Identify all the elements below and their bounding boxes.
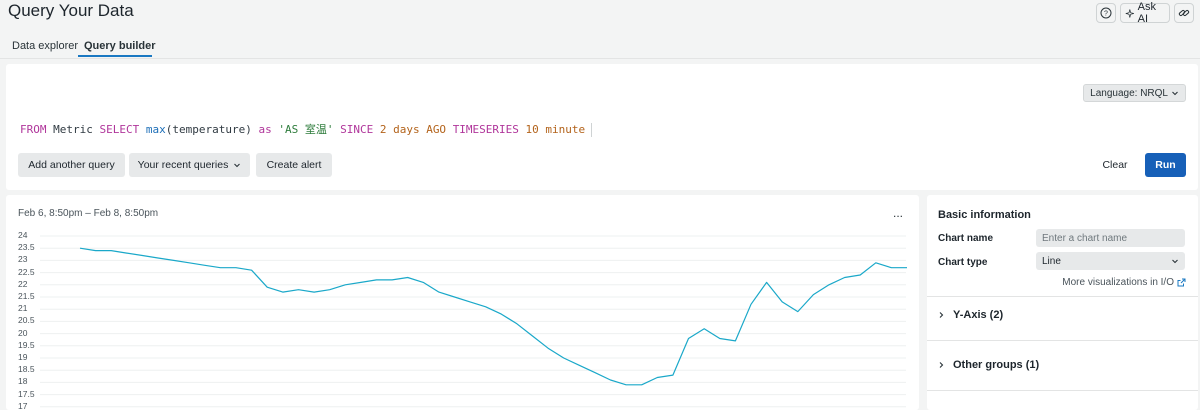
query-token: (temperature)	[165, 123, 259, 136]
language-select[interactable]: Language: NRQL	[1083, 84, 1186, 102]
active-tab-indicator	[78, 55, 152, 57]
query-token: TIMESERIES	[452, 123, 519, 136]
tab-data-explorer[interactable]: Data explorer	[12, 40, 78, 52]
add-query-label: Add another query	[28, 159, 115, 171]
query-token: max	[145, 123, 166, 136]
basic-info-heading: Basic information	[938, 209, 1031, 221]
page-title: Query Your Data	[8, 1, 134, 20]
line-chart	[40, 235, 907, 408]
chevron-down-icon	[1172, 259, 1178, 264]
query-token	[519, 123, 526, 136]
chart-type-value: Line	[1042, 255, 1061, 267]
chart-name-label: Chart name	[938, 233, 994, 244]
query-token: FROM	[20, 123, 47, 136]
y-axis-section-label: Y-Axis (2)	[953, 309, 1004, 321]
run-label: Run	[1155, 159, 1176, 171]
link-icon	[1178, 10, 1190, 16]
external-link-icon	[1177, 278, 1186, 287]
query-token: as	[258, 123, 272, 136]
series-line	[79, 247, 907, 386]
create-alert-button[interactable]: Create alert	[256, 153, 332, 177]
query-token	[373, 123, 380, 136]
clear-button[interactable]: Clear	[1095, 153, 1135, 177]
section-divider	[927, 390, 1198, 391]
section-divider	[927, 296, 1198, 297]
chart-type-select[interactable]: Line	[1036, 252, 1185, 270]
tab-bar: Data explorer Query builder	[0, 33, 1200, 59]
other-groups-section[interactable]: Other groups (1)	[938, 359, 1039, 371]
chart-type-label: Chart type	[938, 257, 988, 268]
svg-text:?: ?	[1104, 11, 1108, 18]
copy-link-button[interactable]	[1174, 3, 1194, 23]
chart-settings-panel: Basic information Chart name Enter a cha…	[927, 195, 1198, 410]
add-another-query-button[interactable]: Add another query	[18, 153, 125, 177]
recent-queries-label: Your recent queries	[137, 159, 229, 171]
query-editor-panel: Language: NRQL FROM Metric SELECT max(te…	[6, 64, 1198, 190]
help-circle-icon: ?	[1100, 7, 1112, 19]
other-groups-section-label: Other groups (1)	[953, 359, 1040, 371]
clear-label: Clear	[1102, 159, 1128, 171]
more-visualizations-label: More visualizations in I/O	[1062, 277, 1174, 288]
chart-grid	[40, 235, 906, 408]
section-divider	[927, 340, 1198, 341]
more-visualizations-link[interactable]: More visualizations in I/O	[1062, 277, 1186, 288]
chart-panel: Feb 6, 8:50pm – Feb 8, 8:50pm ... 24 23.5…	[6, 195, 919, 410]
language-label: Language: NRQL	[1090, 87, 1168, 99]
y-axis-section[interactable]: Y-Axis (2)	[938, 309, 1003, 321]
header-actions: ? Ask AI	[1096, 1, 1194, 25]
text-cursor	[591, 123, 593, 137]
chevron-down-icon	[1172, 91, 1178, 96]
query-token: Metric	[46, 123, 100, 136]
query-token: SELECT	[99, 123, 140, 136]
query-token	[139, 123, 146, 136]
query-token: days AGO	[393, 123, 447, 136]
tab-query-builder[interactable]: Query builder	[84, 40, 156, 52]
ask-ai-label: Ask AI	[1137, 1, 1156, 25]
query-token: 'AS 室温'	[278, 123, 334, 136]
help-button[interactable]: ?	[1096, 3, 1116, 23]
recent-queries-button[interactable]: Your recent queries	[129, 153, 250, 177]
nrql-query-input[interactable]: FROM Metric SELECT max(temperature) as '…	[20, 121, 593, 137]
query-token: 10 minute	[525, 123, 586, 136]
create-alert-label: Create alert	[266, 159, 322, 171]
ask-ai-button[interactable]: Ask AI	[1120, 1, 1170, 25]
query-token: SINCE	[340, 123, 374, 136]
run-button[interactable]: Run	[1145, 153, 1186, 177]
chevron-right-icon	[939, 312, 944, 318]
chart-name-input[interactable]: Enter a chart name	[1036, 229, 1185, 247]
sparkle-icon	[1125, 8, 1134, 18]
chevron-down-icon	[234, 163, 241, 168]
query-token	[446, 123, 453, 136]
chevron-right-icon	[939, 362, 944, 368]
